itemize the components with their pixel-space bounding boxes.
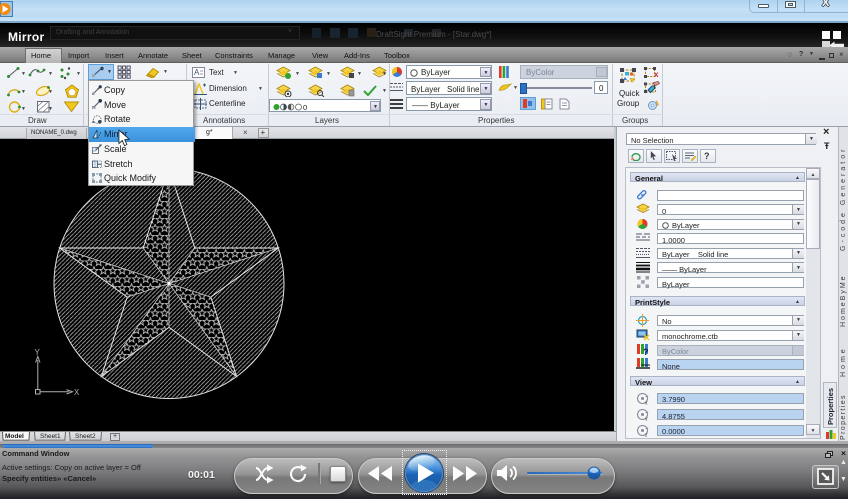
svg-text:A: A xyxy=(194,68,200,77)
svg-text:x: x xyxy=(645,400,648,405)
svg-text:x: x xyxy=(654,70,659,78)
svg-text:z: z xyxy=(645,432,648,437)
svg-text:Y: Y xyxy=(35,348,41,357)
svg-text:X: X xyxy=(74,388,80,397)
svg-text:y: y xyxy=(645,417,648,422)
svg-text:?: ? xyxy=(643,347,649,356)
